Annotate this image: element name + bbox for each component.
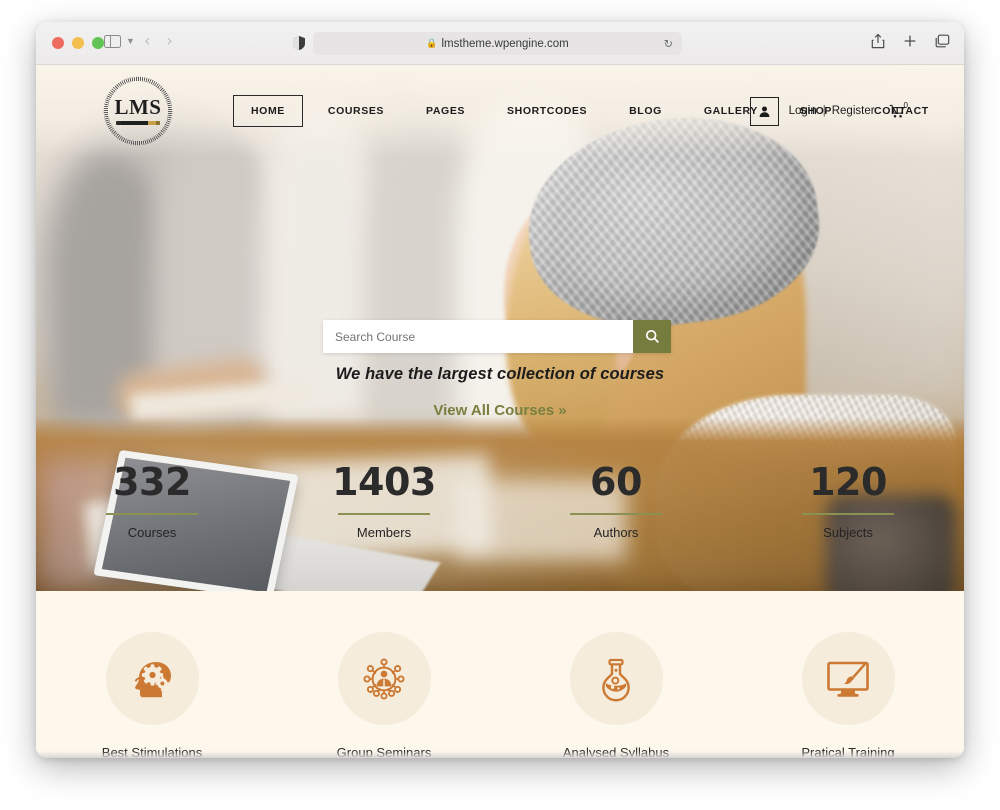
login-link[interactable]: Login bbox=[789, 105, 817, 117]
stat-courses: 332 Courses bbox=[36, 463, 268, 540]
reload-icon[interactable]: ↻ bbox=[664, 37, 673, 50]
logo-text: LMS bbox=[114, 95, 162, 119]
sidebar-toggle-icon bbox=[104, 35, 121, 48]
stat-value: 332 bbox=[113, 460, 191, 504]
menu-item-blog[interactable]: BLOG bbox=[608, 105, 683, 117]
maximize-window-button[interactable] bbox=[92, 37, 104, 49]
stat-members: 1403 Members bbox=[268, 463, 500, 540]
stat-authors: 60 Authors bbox=[500, 463, 732, 540]
stat-divider bbox=[338, 513, 430, 515]
double-chevron-right-icon: » bbox=[558, 402, 567, 419]
course-search-form bbox=[323, 320, 671, 353]
stat-label: Authors bbox=[593, 524, 639, 540]
feature-icon-circle bbox=[105, 632, 199, 725]
flask-icon bbox=[602, 658, 630, 701]
lock-icon: 🔒 bbox=[426, 38, 438, 48]
menu-item-courses[interactable]: COURSES bbox=[307, 105, 405, 117]
feature-icon-circle bbox=[801, 632, 895, 725]
stat-label: Members bbox=[356, 524, 412, 540]
features-section: Best Stimulations bbox=[36, 591, 964, 758]
site-logo[interactable]: LMS bbox=[102, 75, 174, 147]
group-network-icon bbox=[363, 657, 405, 700]
view-all-courses-link[interactable]: View All Courses» bbox=[36, 402, 964, 419]
menu-item-shortcodes[interactable]: SHORTCODES bbox=[486, 105, 608, 117]
navigation-arrows: ‹ › bbox=[144, 33, 173, 49]
stat-subjects: 120 Subjects bbox=[732, 463, 964, 540]
menu-item-pages[interactable]: PAGES bbox=[405, 105, 486, 117]
cart-button[interactable]: 0 bbox=[889, 100, 908, 119]
page-bottom-edge bbox=[36, 751, 964, 758]
stat-value: 1403 bbox=[332, 460, 436, 504]
register-link[interactable]: Register bbox=[832, 105, 875, 117]
stat-divider bbox=[802, 513, 894, 515]
page-viewport: LMS HOME COURSES PAGES SHORTCODES BLOG G… bbox=[36, 65, 964, 758]
stat-value: 120 bbox=[809, 460, 887, 504]
head-gears-icon bbox=[134, 661, 171, 697]
forward-arrow-icon[interactable]: › bbox=[166, 33, 172, 49]
stat-label: Subjects bbox=[823, 524, 873, 540]
stat-divider bbox=[570, 513, 662, 515]
sidebar-toggle-button[interactable]: ▼ bbox=[104, 35, 135, 48]
hero-tagline: We have the largest collection of course… bbox=[335, 365, 665, 383]
stat-divider bbox=[106, 513, 198, 515]
cart-count-badge: 0 bbox=[903, 100, 908, 110]
feature-best-stimulations[interactable]: Best Stimulations bbox=[36, 632, 268, 758]
privacy-shield-icon[interactable] bbox=[292, 35, 306, 51]
site-header: LMS HOME COURSES PAGES SHORTCODES BLOG G… bbox=[36, 65, 964, 157]
user-account-icon bbox=[759, 106, 769, 117]
view-all-courses-label: View All Courses bbox=[433, 402, 555, 419]
feature-pratical-training[interactable]: Pratical Training bbox=[732, 632, 964, 758]
feature-icon-circle bbox=[337, 632, 431, 725]
share-icon[interactable] bbox=[871, 33, 885, 54]
close-window-button[interactable] bbox=[52, 37, 64, 49]
feature-icon-circle bbox=[569, 632, 663, 725]
monitor-brush-icon bbox=[827, 661, 869, 697]
stat-value: 60 bbox=[590, 460, 642, 504]
feature-group-seminars[interactable]: Group Seminars bbox=[268, 632, 500, 758]
url-text: lmstheme.wpengine.com bbox=[441, 37, 569, 50]
tab-overview-icon[interactable] bbox=[935, 34, 950, 53]
minimize-window-button[interactable] bbox=[72, 37, 84, 49]
auth-separator: | bbox=[822, 105, 826, 117]
account-area: Login | Register 0 bbox=[749, 65, 908, 157]
address-bar[interactable]: 🔒 lmstheme.wpengine.com ↻ bbox=[313, 32, 682, 55]
auth-links: Login | Register bbox=[789, 105, 875, 117]
toolbar-right-actions bbox=[871, 33, 950, 54]
menu-item-home[interactable]: HOME bbox=[233, 95, 303, 127]
browser-toolbar: ▼ ‹ › 🔒 lmstheme.wpengine.com ↻ bbox=[36, 22, 964, 65]
back-arrow-icon[interactable]: ‹ bbox=[144, 33, 150, 49]
feature-analysed-syllabus[interactable]: Analysed Syllabus bbox=[500, 632, 732, 758]
search-submit-button[interactable] bbox=[633, 320, 671, 353]
browser-window: ▼ ‹ › 🔒 lmstheme.wpengine.com ↻ LMS HOME… bbox=[36, 22, 964, 758]
window-controls bbox=[52, 37, 104, 49]
statistics-row: 332 Courses 1403 Members 60 Authors 120 … bbox=[36, 463, 964, 540]
search-input[interactable] bbox=[323, 320, 633, 353]
new-tab-icon[interactable] bbox=[903, 34, 917, 53]
stat-label: Courses bbox=[127, 524, 177, 540]
chevron-down-icon: ▼ bbox=[126, 36, 135, 46]
user-account-button[interactable] bbox=[749, 96, 779, 126]
search-icon bbox=[645, 329, 659, 344]
hero-section: LMS HOME COURSES PAGES SHORTCODES BLOG G… bbox=[36, 65, 964, 591]
pencil-underline-icon bbox=[116, 121, 160, 125]
